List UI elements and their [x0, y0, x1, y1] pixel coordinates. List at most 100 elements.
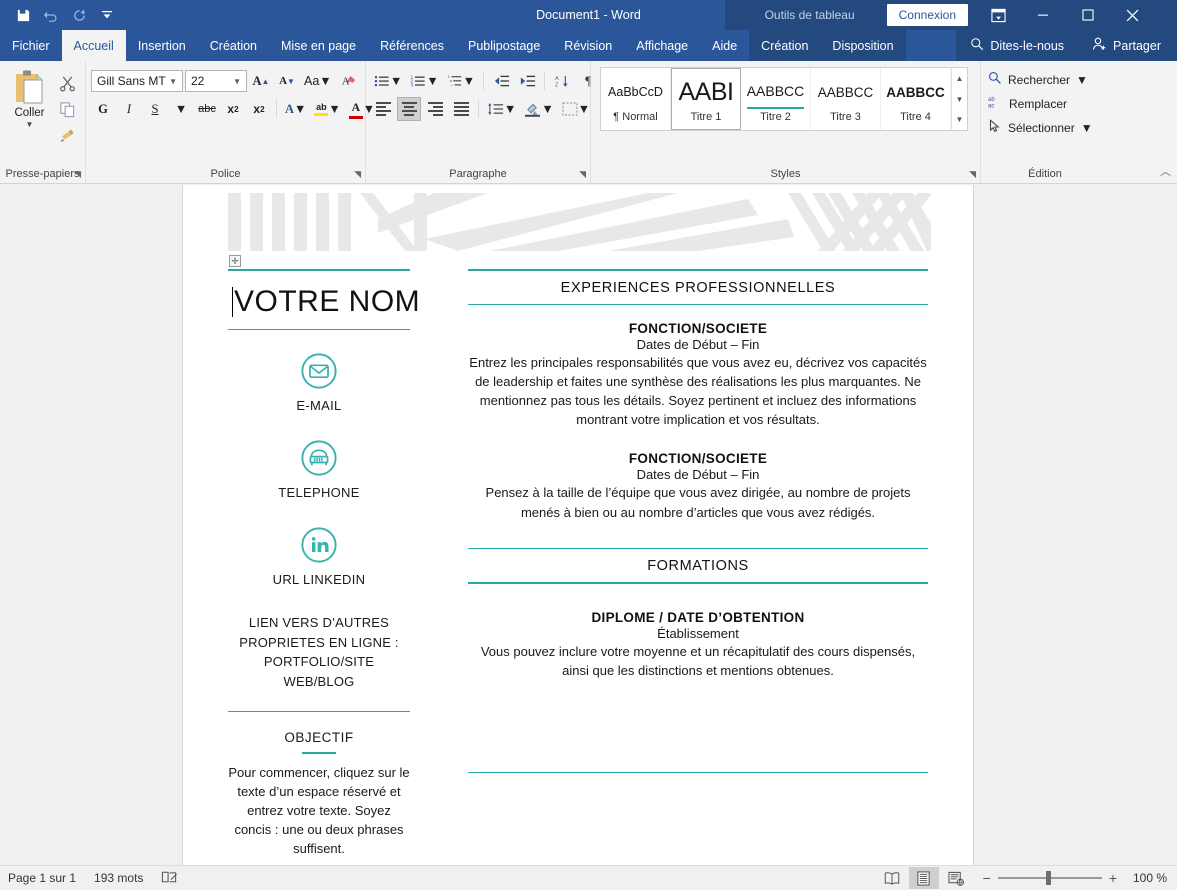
paste-chevron-down-icon[interactable]: ▼: [26, 120, 34, 129]
font-size-chevron-down-icon[interactable]: ▼: [230, 77, 244, 86]
select-chevron-down-icon[interactable]: ▼: [1081, 121, 1093, 135]
zoom-track[interactable]: [998, 877, 1102, 879]
styles-scroll-down-icon[interactable]: ▼: [952, 89, 967, 110]
close-icon[interactable]: [1110, 0, 1155, 30]
tab-aide[interactable]: Aide: [700, 30, 749, 61]
multilevel-list-icon[interactable]: 1ai ▼: [444, 69, 478, 93]
paragraph-dialog-launcher-icon[interactable]: ◥: [579, 169, 586, 180]
formation-title[interactable]: DIPLOME / DATE D’OBTENTION: [468, 610, 928, 625]
increase-indent-icon[interactable]: [515, 69, 539, 93]
page-title[interactable]: VOTRE NOM: [228, 271, 410, 329]
paste-button[interactable]: Coller ▼: [5, 67, 54, 129]
strikethrough-button[interactable]: abc: [195, 97, 219, 121]
job-title[interactable]: FONCTION/SOCIETE: [468, 321, 928, 336]
bullets-icon[interactable]: ▼: [371, 69, 405, 93]
proofing-errors-icon[interactable]: [161, 870, 178, 887]
tab-creation[interactable]: Création: [198, 30, 269, 61]
formation-description[interactable]: Vous pouvez inclure votre moyenne et un …: [468, 641, 928, 680]
font-size-combo[interactable]: 22 ▼: [185, 70, 247, 92]
redo-icon[interactable]: [66, 3, 92, 27]
subscript-button[interactable]: x2: [221, 97, 245, 121]
styles-more-icon[interactable]: ▼: [952, 109, 967, 130]
font-name-combo[interactable]: Gill Sans MT ▼: [91, 70, 183, 92]
find-button[interactable]: Rechercher ▼: [985, 68, 1091, 91]
tab-references[interactable]: Références: [368, 30, 456, 61]
customize-qat-icon[interactable]: [94, 3, 120, 27]
format-painter-icon[interactable]: [54, 123, 80, 147]
italic-button[interactable]: I: [117, 97, 141, 121]
underline-chevron-down-icon[interactable]: ▼: [169, 97, 193, 121]
tab-revision[interactable]: Révision: [552, 30, 624, 61]
collapse-ribbon-icon[interactable]: ︿: [1160, 163, 1171, 179]
align-center-button[interactable]: [397, 97, 421, 121]
job-dates[interactable]: Dates de Début – Fin: [468, 466, 928, 482]
find-chevron-down-icon[interactable]: ▼: [1076, 73, 1088, 87]
underline-button[interactable]: S: [143, 97, 167, 121]
table-move-handle[interactable]: ✛: [229, 255, 241, 267]
style-titre-2[interactable]: AABBCC Titre 2: [741, 68, 811, 130]
objectif-heading[interactable]: OBJECTIF: [228, 730, 410, 745]
tell-me-box[interactable]: Dites-le-nous: [956, 37, 1078, 54]
style-titre-4[interactable]: AABBCC Titre 4: [881, 68, 951, 130]
formation-school[interactable]: Établissement: [468, 625, 928, 641]
sort-icon[interactable]: AZ: [550, 69, 574, 93]
justify-button[interactable]: [449, 97, 473, 121]
tab-mise-en-page[interactable]: Mise en page: [269, 30, 368, 61]
line-spacing-icon[interactable]: ▼: [484, 97, 519, 121]
document-page[interactable]: ✛ VOTRE NOM E-MAIL: [183, 185, 973, 865]
objectif-body[interactable]: Pour commencer, cliquez sur le texte d’u…: [228, 763, 410, 859]
tab-affichage[interactable]: Affichage: [624, 30, 700, 61]
formations-heading[interactable]: FORMATIONS: [468, 549, 928, 582]
text-effects-icon[interactable]: A▼: [282, 97, 309, 121]
style-titre-3[interactable]: AABBCC Titre 3: [811, 68, 881, 130]
bold-button[interactable]: G: [91, 97, 115, 121]
read-mode-icon[interactable]: [877, 867, 907, 889]
replace-button[interactable]: abac Remplacer: [985, 92, 1070, 115]
web-layout-icon[interactable]: [941, 867, 971, 889]
shrink-font-icon[interactable]: A▼: [275, 69, 299, 93]
job-description[interactable]: Pensez à la taille de l’équipe que vous …: [468, 482, 928, 521]
align-right-button[interactable]: [423, 97, 447, 121]
other-links-text[interactable]: LIEN VERS D’AUTRES PROPRIETES EN LIGNE :…: [228, 613, 410, 691]
text-highlight-icon[interactable]: ab ▼: [311, 97, 343, 121]
job-dates[interactable]: Dates de Début – Fin: [468, 336, 928, 352]
borders-icon[interactable]: ▼: [559, 97, 593, 121]
contact-telephone[interactable]: TELEPHONE: [228, 439, 410, 500]
decrease-indent-icon[interactable]: [489, 69, 513, 93]
sign-in-button[interactable]: Connexion: [887, 4, 968, 26]
undo-icon[interactable]: [38, 3, 64, 27]
share-button[interactable]: Partager: [1078, 37, 1177, 54]
zoom-value[interactable]: 100 %: [1127, 871, 1167, 885]
tab-fichier[interactable]: Fichier: [0, 30, 62, 61]
grow-font-icon[interactable]: A▲: [249, 69, 273, 93]
numbering-icon[interactable]: 123 ▼: [407, 69, 441, 93]
tab-tableau-creation[interactable]: Création: [749, 30, 820, 61]
styles-dialog-launcher-icon[interactable]: ◥: [969, 169, 976, 180]
clear-formatting-icon[interactable]: A: [337, 69, 361, 93]
style-titre-1[interactable]: AABI Titre 1: [671, 68, 741, 130]
tab-publipostage[interactable]: Publipostage: [456, 30, 552, 61]
zoom-slider[interactable]: − +: [973, 870, 1125, 886]
experiences-heading[interactable]: EXPERIENCES PROFESSIONNELLES: [468, 271, 928, 304]
maximize-icon[interactable]: [1065, 0, 1110, 30]
select-button[interactable]: Sélectionner ▼: [985, 116, 1096, 139]
styles-scroll-up-icon[interactable]: ▲: [952, 68, 967, 89]
superscript-button[interactable]: x2: [247, 97, 271, 121]
cut-icon[interactable]: [54, 71, 80, 95]
style-normal[interactable]: AaBbCcD Normal: [601, 68, 671, 130]
job-title[interactable]: FONCTION/SOCIETE: [468, 451, 928, 466]
tab-accueil[interactable]: Accueil: [62, 30, 126, 61]
shading-icon[interactable]: ▼: [521, 97, 556, 121]
ribbon-display-options-icon[interactable]: [976, 0, 1020, 30]
job-description[interactable]: Entrez les principales responsabilités q…: [468, 352, 928, 429]
font-dialog-launcher-icon[interactable]: ◥: [354, 169, 361, 180]
font-name-chevron-down-icon[interactable]: ▼: [166, 77, 180, 86]
contact-linkedin[interactable]: URL LINKEDIN: [228, 526, 410, 587]
clipboard-dialog-launcher-icon[interactable]: ◥: [74, 169, 81, 180]
print-layout-icon[interactable]: [909, 867, 939, 889]
change-case-icon[interactable]: Aa▼: [301, 69, 335, 93]
zoom-in-button[interactable]: +: [1109, 870, 1117, 886]
minimize-icon[interactable]: [1020, 0, 1065, 30]
contact-email[interactable]: E-MAIL: [228, 352, 410, 413]
page-indicator[interactable]: Page 1 sur 1: [8, 871, 76, 885]
